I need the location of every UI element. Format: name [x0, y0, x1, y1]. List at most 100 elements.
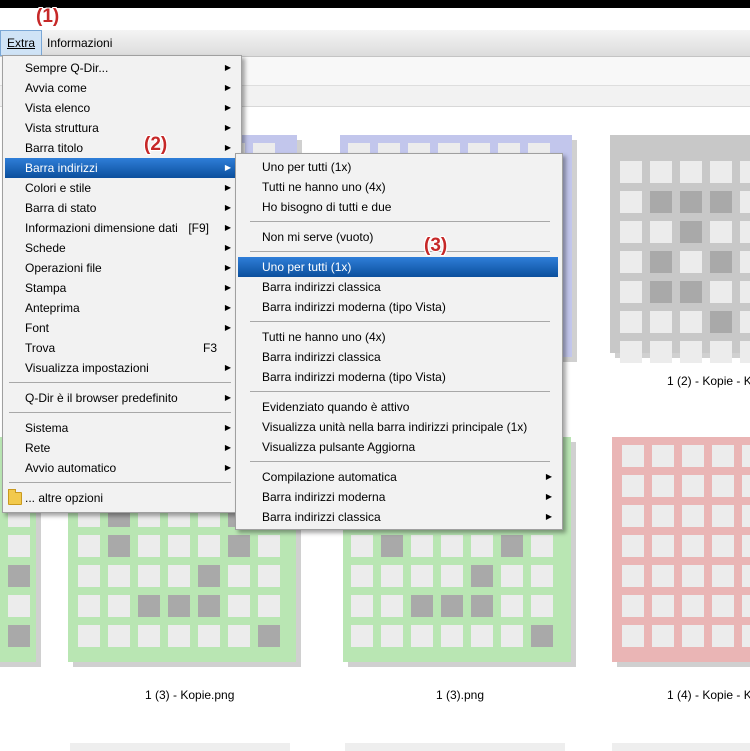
thumbnail-top-2[interactable]: [610, 135, 750, 363]
menu-item-label: Schede: [25, 241, 66, 255]
menu-item-label: Barra titolo: [25, 141, 84, 155]
file-caption[interactable]: 1 (4) - Kopie - Ko: [667, 688, 750, 702]
image-cell: [682, 445, 704, 467]
image-cell: [712, 625, 734, 647]
address-submenu-item[interactable]: Compilazione automatica ▶: [238, 467, 558, 487]
image-cell: [650, 191, 672, 213]
menu-item-label: Barra indirizzi: [25, 161, 98, 175]
extra-menu-item[interactable]: Stampa ▶: [5, 278, 237, 298]
folder-icon: [8, 489, 22, 505]
submenu-arrow-icon: ▶: [224, 163, 231, 172]
image-cell: [441, 595, 463, 617]
menu-informazioni[interactable]: Informazioni: [41, 30, 118, 56]
menu-separator: [9, 382, 231, 383]
image-cell: [351, 595, 373, 617]
address-submenu-item[interactable]: Uno per tutti (1x): [238, 157, 558, 177]
submenu-arrow-icon: ▶: [224, 443, 231, 452]
address-submenu-item[interactable]: Barra indirizzi moderna (tipo Vista): [238, 297, 558, 317]
thumbnail-bottom-3[interactable]: [612, 437, 750, 662]
extra-menu-item[interactable]: Visualizza impostazioni ▶: [5, 358, 237, 378]
file-caption[interactable]: 1 (2) - Kopie - Ko: [667, 374, 750, 388]
image-cell: [742, 625, 750, 647]
image-cell: [351, 625, 373, 647]
address-submenu-item[interactable]: Barra indirizzi classica ▶: [238, 507, 558, 527]
image-cell: [620, 191, 642, 213]
menu-item-label: Vista struttura: [25, 121, 99, 135]
menu-item-label: Q-Dir è il browser predefinito: [25, 391, 178, 405]
image-cell: [138, 565, 160, 587]
extra-menu-item[interactable]: Schede ▶: [5, 238, 237, 258]
image-cell: [622, 505, 644, 527]
menu-extra[interactable]: Extra: [0, 30, 43, 56]
annotation-1: (1): [36, 6, 60, 27]
image-cell: [411, 595, 433, 617]
image-cell: [682, 505, 704, 527]
image-cell: [8, 535, 30, 557]
menu-item-label: Visualizza impostazioni: [25, 361, 149, 375]
extra-menu-item[interactable]: Vista elenco ▶: [5, 98, 237, 118]
extra-menu-item[interactable]: Barra di stato ▶: [5, 198, 237, 218]
menu-item-label: Font: [25, 321, 50, 335]
image-cell: [228, 535, 250, 557]
extra-menu-item[interactable]: Colori e stile ▶: [5, 178, 237, 198]
extra-menu-item[interactable]: Operazioni file ▶: [5, 258, 237, 278]
image-cell: [198, 565, 220, 587]
address-submenu-item[interactable]: Ho bisogno di tutti e due: [238, 197, 558, 217]
address-submenu-item[interactable]: Barra indirizzi moderna (tipo Vista): [238, 367, 558, 387]
submenu-arrow-icon: ▶: [224, 263, 231, 272]
image-cell: [198, 625, 220, 647]
image-cell: [710, 161, 732, 183]
extra-menu-item[interactable]: Rete ▶: [5, 438, 237, 458]
image-cell: [622, 565, 644, 587]
image-cell: [710, 281, 732, 303]
image-cell: [622, 625, 644, 647]
image-cell: [108, 595, 130, 617]
submenu-arrow-icon: ▶: [224, 63, 231, 72]
menu-separator: [250, 221, 550, 222]
image-cell: [78, 565, 100, 587]
menu-separator: [250, 251, 550, 252]
extra-menu-item[interactable]: Informazioni dimensione dati [F9] ▶: [5, 218, 237, 238]
extra-menu-item[interactable]: Sistema ▶: [5, 418, 237, 438]
address-submenu-item[interactable]: Tutti ne hanno uno (4x): [238, 327, 558, 347]
menu-separator: [250, 321, 550, 322]
address-submenu-item[interactable]: Uno per tutti (1x): [238, 257, 558, 277]
image-cell: [740, 191, 750, 213]
address-submenu-item[interactable]: Non mi serve (vuoto): [238, 227, 558, 247]
address-submenu-item[interactable]: Visualizza unità nella barra indirizzi p…: [238, 417, 558, 437]
menu-item-label: Ho bisogno di tutti e due: [262, 200, 392, 214]
address-submenu-item[interactable]: Evidenziato quando è attivo: [238, 397, 558, 417]
image-cell: [381, 565, 403, 587]
extra-menu-item[interactable]: Barra indirizzi ▶: [5, 158, 237, 178]
image-cell: [682, 535, 704, 557]
menu-item-label: Operazioni file: [25, 261, 102, 275]
image-cell: [650, 341, 672, 363]
menu-item-label: Compilazione automatica: [262, 470, 397, 484]
image-cell: [78, 535, 100, 557]
extra-menu-item[interactable]: Font ▶: [5, 318, 237, 338]
menu-item-label: Barra indirizzi moderna: [262, 490, 386, 504]
menu-item-label: Non mi serve (vuoto): [262, 230, 374, 244]
image-cell: [680, 161, 702, 183]
address-submenu-item[interactable]: Barra indirizzi classica: [238, 347, 558, 367]
file-caption[interactable]: 1 (3) - Kopie.png: [145, 688, 234, 702]
extra-menu-item[interactable]: Avvio automatico ▶: [5, 458, 237, 478]
address-submenu-item[interactable]: Visualizza pulsante Aggiorna: [238, 437, 558, 457]
address-submenu-item[interactable]: Tutti ne hanno uno (4x): [238, 177, 558, 197]
submenu-arrow-icon: ▶: [224, 463, 231, 472]
extra-menu-item[interactable]: Anteprima ▶: [5, 298, 237, 318]
image-cell: [78, 625, 100, 647]
image-cell: [471, 595, 493, 617]
menu-item-label: Trova: [25, 341, 56, 355]
image-cell: [712, 535, 734, 557]
address-submenu-item[interactable]: Barra indirizzi moderna ▶: [238, 487, 558, 507]
extra-menu-item[interactable]: Vista struttura ▶: [5, 118, 237, 138]
extra-menu-item[interactable]: Q-Dir è il browser predefinito ▶: [5, 388, 237, 408]
extra-menu-item[interactable]: Barra titolo ▶: [5, 138, 237, 158]
extra-menu-item[interactable]: ... altre opzioni: [5, 488, 237, 508]
address-submenu-item[interactable]: Barra indirizzi classica: [238, 277, 558, 297]
extra-menu-item[interactable]: Sempre Q-Dir... ▶: [5, 58, 237, 78]
extra-menu-item[interactable]: Avvia come ▶: [5, 78, 237, 98]
file-caption[interactable]: 1 (3).png: [436, 688, 484, 702]
extra-menu-item[interactable]: Trova F3: [5, 338, 237, 358]
